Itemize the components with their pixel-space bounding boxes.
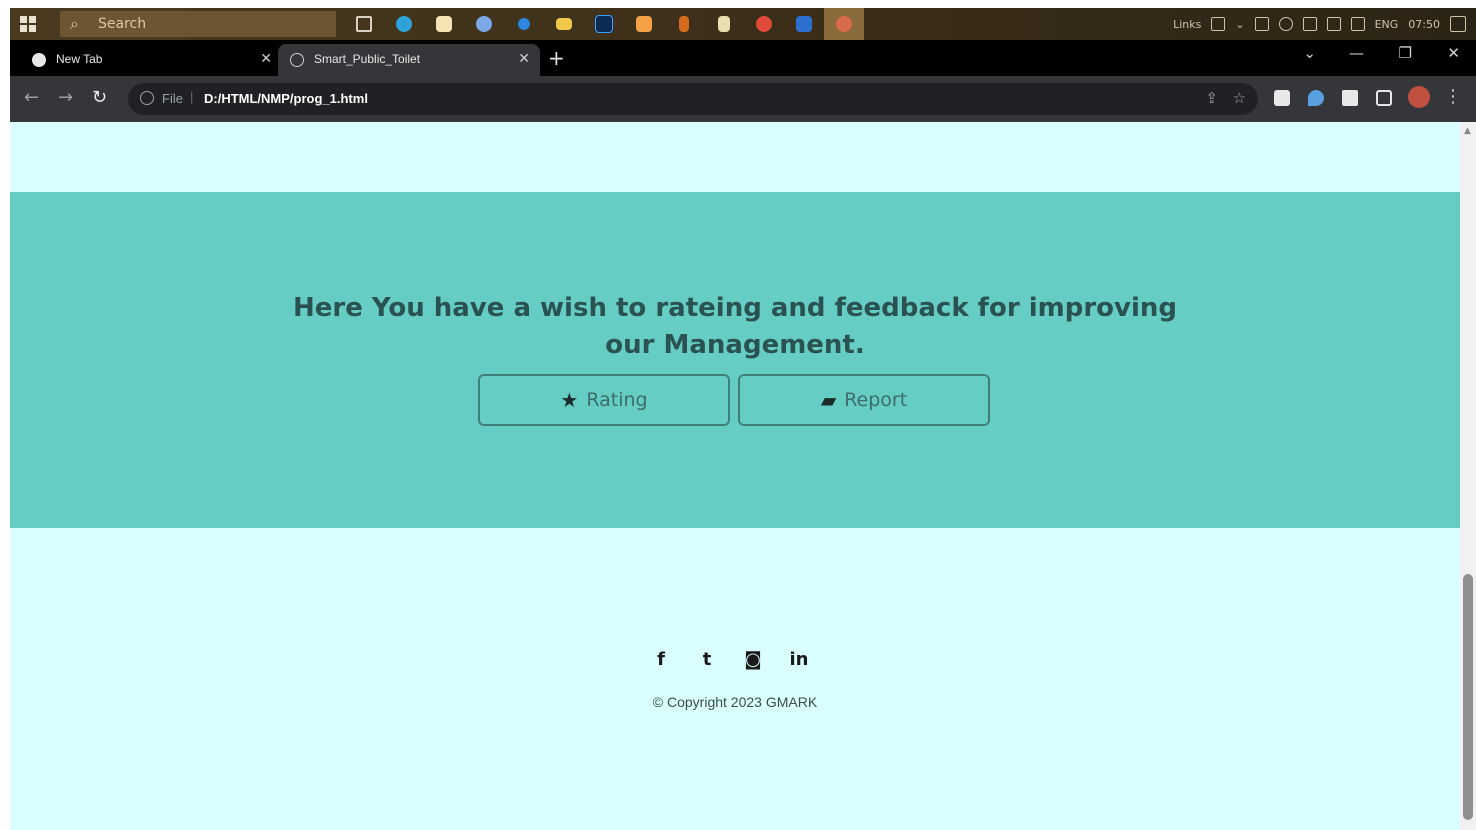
- social-links: f t ◙ in: [650, 648, 810, 670]
- extension-doc-icon[interactable]: [1274, 90, 1290, 106]
- copyright-text: © Copyright 2023 GMARK: [652, 694, 818, 710]
- tab-title: Smart_Public_Toilet: [314, 52, 421, 66]
- feedback-section: Here You have a wish to rateing and feed…: [10, 192, 1460, 528]
- chevron-down-icon[interactable]: ⌄: [1235, 18, 1244, 31]
- page-viewport: Here You have a wish to rateing and feed…: [10, 122, 1460, 830]
- tab-new-tab[interactable]: New Tab ✕: [20, 44, 282, 76]
- wifi-icon[interactable]: [1302, 17, 1317, 31]
- system-tray: Links ⌄ ENG 07:50: [1173, 8, 1466, 40]
- chrome-favicon-icon: [32, 53, 46, 67]
- report-button[interactable]: ▰ Report: [738, 374, 990, 426]
- notification-icon[interactable]: [1450, 16, 1466, 32]
- taskbar-search[interactable]: ⌕ Search: [60, 11, 336, 37]
- restore-icon[interactable]: ❐: [1399, 44, 1412, 62]
- star-icon: ★: [560, 388, 579, 412]
- instagram-icon[interactable]: ◙: [742, 648, 764, 670]
- extensions-puzzle-icon[interactable]: [1342, 90, 1358, 106]
- url-separator: |: [190, 89, 194, 104]
- photoshop-icon[interactable]: [584, 8, 624, 40]
- back-arrow-icon[interactable]: ←: [24, 88, 39, 108]
- notes-icon[interactable]: [704, 8, 744, 40]
- scroll-up-arrow-icon[interactable]: ▲: [1464, 126, 1471, 136]
- window-close-icon[interactable]: ✕: [1447, 44, 1460, 62]
- clock[interactable]: 07:50: [1408, 18, 1440, 31]
- app-icon[interactable]: [624, 8, 664, 40]
- windows-start-icon[interactable]: [20, 16, 36, 32]
- usb-icon[interactable]: [1326, 17, 1341, 31]
- folder-icon[interactable]: [544, 8, 584, 40]
- bookmark-star-icon[interactable]: ☆: [1233, 89, 1246, 107]
- taskbar-pinned-apps: [344, 8, 864, 40]
- new-tab-plus-icon[interactable]: +: [548, 46, 565, 70]
- url-scheme: File: [162, 91, 183, 106]
- file-icon[interactable]: [424, 8, 464, 40]
- rating-button[interactable]: ★ Rating: [478, 374, 730, 426]
- reload-icon[interactable]: ↻: [92, 88, 107, 108]
- globe-icon[interactable]: [1278, 17, 1293, 31]
- browser-toolbar: ← → ↻ File | D:/HTML/NMP/prog_1.html ⇪ ☆…: [10, 76, 1476, 122]
- edge-icon[interactable]: [384, 8, 424, 40]
- linkedin-icon[interactable]: in: [788, 648, 810, 670]
- side-panel-icon[interactable]: [1376, 90, 1392, 106]
- browser-icon[interactable]: [504, 8, 544, 40]
- facebook-icon[interactable]: f: [650, 648, 672, 670]
- task-view-icon[interactable]: [344, 8, 384, 40]
- network-icon[interactable]: [1211, 17, 1226, 31]
- report-button-label: Report: [844, 389, 908, 411]
- info-icon[interactable]: [140, 91, 154, 105]
- tab-smart-public-toilet[interactable]: Smart_Public_Toilet ✕: [278, 44, 540, 76]
- extension-shield-icon[interactable]: [1308, 90, 1324, 106]
- url-text[interactable]: D:/HTML/NMP/prog_1.html: [204, 91, 368, 106]
- browser-tab-strip: New Tab ✕ Smart_Public_Toilet ✕ + ⌄ — ❐ …: [10, 40, 1476, 76]
- feedback-heading: Here You have a wish to rateing and feed…: [292, 293, 1178, 360]
- outlook-icon[interactable]: [784, 8, 824, 40]
- address-bar[interactable]: File | D:/HTML/NMP/prog_1.html ⇪ ☆: [128, 83, 1258, 115]
- scrollbar-thumb[interactable]: [1463, 574, 1473, 820]
- tab-search-chevron-icon[interactable]: ⌄: [1303, 44, 1316, 62]
- minimize-icon[interactable]: —: [1349, 44, 1364, 62]
- close-icon[interactable]: ✕: [518, 50, 530, 67]
- volume-icon[interactable]: [1350, 17, 1365, 31]
- globe-favicon-icon: [290, 53, 304, 67]
- chrome-icon[interactable]: [744, 8, 784, 40]
- paint-icon[interactable]: [824, 8, 864, 40]
- page-scrollbar[interactable]: ▲: [1460, 122, 1476, 830]
- chrome-icon[interactable]: [464, 8, 504, 40]
- twitter-icon[interactable]: t: [696, 648, 718, 670]
- language-indicator[interactable]: ENG: [1375, 18, 1399, 31]
- tab-title: New Tab: [56, 52, 103, 66]
- battery-icon[interactable]: [1254, 17, 1269, 31]
- media-icon[interactable]: [664, 8, 704, 40]
- close-icon[interactable]: ✕: [260, 50, 272, 67]
- profile-avatar[interactable]: [1408, 86, 1430, 108]
- more-menu-icon[interactable]: ⋮: [1444, 86, 1462, 107]
- comment-icon: ▰: [820, 388, 837, 412]
- share-icon[interactable]: ⇪: [1205, 89, 1218, 107]
- search-placeholder: Search: [98, 16, 147, 32]
- forward-arrow-icon[interactable]: →: [58, 88, 73, 108]
- search-icon: ⌕: [70, 14, 79, 33]
- rating-button-label: Rating: [586, 389, 648, 411]
- taskbar: ⌕ Search Links ⌄ ENG 07:50: [10, 8, 1476, 40]
- tray-links-label[interactable]: Links: [1173, 18, 1201, 31]
